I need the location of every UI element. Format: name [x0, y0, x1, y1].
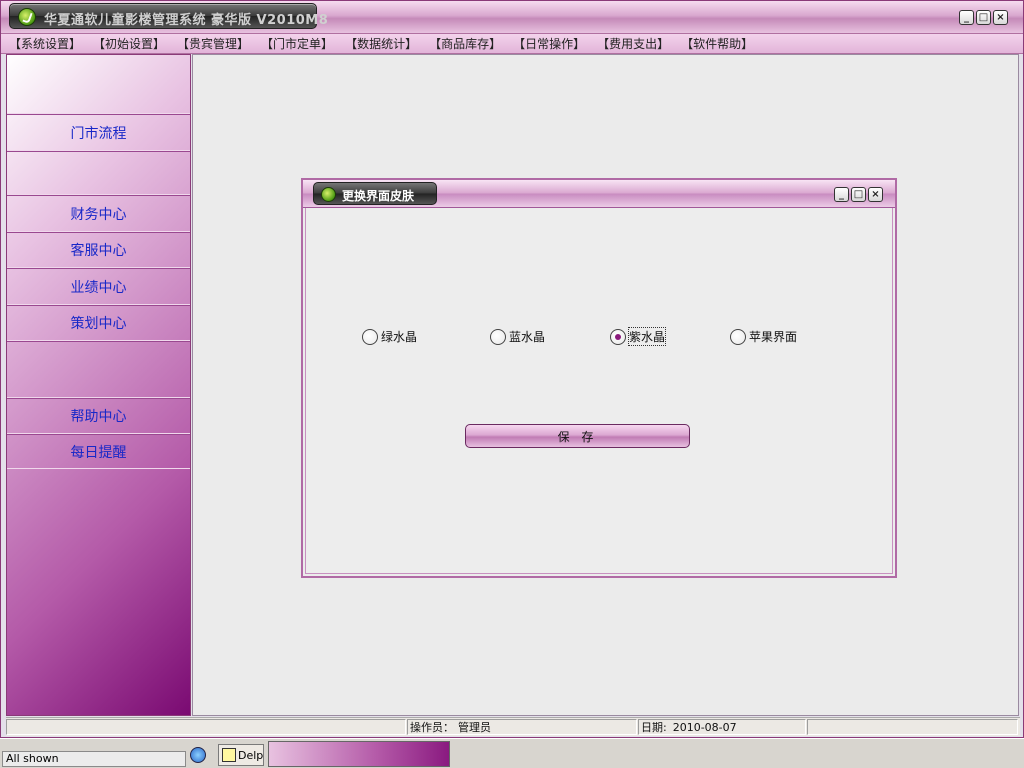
radio-blue-crystal[interactable]: 蓝水晶 [490, 328, 545, 345]
sidebar-item-daily-reminder[interactable]: 每日提醒 [7, 434, 190, 469]
radio-label: 苹果界面 [749, 330, 798, 344]
operator-value: 管理员 [458, 721, 491, 734]
sidebar-item-customer-service[interactable]: 客服中心 [7, 232, 190, 268]
sidebar-item-performance[interactable]: 业绩中心 [7, 268, 190, 305]
sidebar-item-label: 财务中心 [70, 206, 127, 223]
app-logo-icon [321, 187, 336, 202]
taskbar-delphi-label: Delpl [238, 748, 264, 762]
sidebar-item-label: 帮助中心 [70, 409, 127, 425]
maximize-button[interactable]: □ [976, 10, 991, 25]
skin-dialog: 更换界面皮肤 _ □ × [301, 178, 897, 578]
delphi-icon [222, 748, 236, 762]
menu-help[interactable]: 【软件帮助】 [681, 35, 753, 52]
main-window: 华夏通软儿童影楼管理系统 豪华版 V2010M8 _ □ × 【系统设置】 【初… [0, 0, 1024, 738]
minimize-icon: _ [964, 11, 969, 23]
status-bar: 操作员： 管理员 日期: 2010-08-07 [6, 717, 1020, 736]
dialog-close-button[interactable]: × [868, 187, 883, 202]
radio-green-crystal[interactable]: 绿水晶 [362, 328, 417, 345]
title-bar[interactable]: 华夏通软儿童影楼管理系统 豪华版 V2010M8 _ □ × [1, 1, 1023, 34]
sidebar-item-label: 业绩中心 [70, 279, 127, 296]
taskbar-delphi-button[interactable]: Delpl [218, 744, 264, 766]
radio-purple-crystal[interactable]: 紫水晶 [610, 327, 667, 346]
radio-button[interactable] [730, 328, 746, 345]
sidebar: 门市流程 财务中心 客服中心 业绩中心 策划中心 帮助中心 每日提醒 [6, 54, 191, 716]
window-controls: _ □ × [959, 10, 1008, 25]
dialog-title: 更换界面皮肤 [342, 189, 415, 203]
radio-label: 蓝水晶 [509, 330, 546, 344]
taskbar: All shown Delpl [0, 738, 1024, 768]
maximize-icon: □ [978, 11, 989, 23]
date-label: 日期: [641, 721, 667, 734]
dialog-window-controls: _ □ × [834, 187, 883, 202]
menu-system-settings[interactable]: 【系统设置】 [9, 35, 81, 52]
sidebar-item-finance[interactable]: 财务中心 [7, 195, 190, 232]
menu-inventory[interactable]: 【商品库存】 [429, 35, 501, 52]
status-date: 日期: 2010-08-07 [638, 719, 806, 735]
status-cell-empty [6, 719, 406, 735]
dialog-body [305, 208, 893, 574]
app-logo-icon [18, 8, 36, 26]
sidebar-item-store-flow[interactable]: 门市流程 [7, 114, 190, 151]
sidebar-item-planning[interactable]: 策划中心 [7, 305, 190, 341]
dialog-title-tab: 更换界面皮肤 [313, 182, 437, 205]
radio-label: 绿水晶 [381, 330, 418, 344]
radio-apple-ui[interactable]: 苹果界面 [730, 328, 797, 345]
sidebar-header [7, 55, 190, 114]
radio-label: 紫水晶 [627, 327, 667, 346]
sidebar-spacer [7, 151, 190, 195]
maximize-icon: □ [853, 188, 864, 200]
dialog-minimize-button[interactable]: _ [834, 187, 849, 202]
menu-bar: 【系统设置】 【初始设置】 【贵宾管理】 【门市定单】 【数据统计】 【商品库存… [1, 34, 1023, 54]
save-button[interactable]: 保 存 [465, 424, 690, 448]
date-value: 2010-08-07 [672, 720, 737, 734]
taskbar-preview[interactable] [268, 741, 450, 767]
close-icon: × [996, 11, 1005, 23]
minimize-icon: _ [839, 188, 844, 200]
dialog-title-bar[interactable]: 更换界面皮肤 _ □ × [303, 180, 895, 208]
menu-initial-settings[interactable]: 【初始设置】 [93, 35, 165, 52]
dialog-maximize-button[interactable]: □ [851, 187, 866, 202]
sidebar-item-help-center[interactable]: 帮助中心 [7, 398, 190, 434]
close-icon: × [871, 188, 880, 200]
quicklaunch-icon[interactable] [190, 747, 206, 763]
sidebar-spacer [7, 341, 190, 398]
title-tab: 华夏通软儿童影楼管理系统 豪华版 V2010M8 [9, 3, 328, 29]
menu-statistics[interactable]: 【数据统计】 [345, 35, 417, 52]
radio-button[interactable] [490, 328, 506, 345]
sidebar-item-label: 策划中心 [70, 316, 127, 332]
menu-store-orders[interactable]: 【门市定单】 [261, 35, 333, 52]
sidebar-item-label: 门市流程 [70, 125, 127, 142]
sidebar-item-label: 客服中心 [70, 243, 127, 259]
status-operator: 操作员： 管理员 [407, 719, 637, 735]
radio-button[interactable] [362, 328, 378, 345]
filter-dropdown[interactable]: All shown [2, 751, 186, 767]
menu-vip-management[interactable]: 【贵宾管理】 [177, 35, 249, 52]
menu-daily-ops[interactable]: 【日常操作】 [513, 35, 585, 52]
sidebar-item-label: 每日提醒 [70, 444, 127, 461]
operator-label: 操作员： [410, 721, 454, 734]
menu-expenses[interactable]: 【费用支出】 [597, 35, 669, 52]
app-title: 华夏通软儿童影楼管理系统 豪华版 V2010M8 [44, 13, 329, 28]
radio-button-checked[interactable] [610, 328, 626, 345]
status-cell-empty [807, 719, 1018, 735]
close-button[interactable]: × [993, 10, 1008, 25]
minimize-button[interactable]: _ [959, 10, 974, 25]
